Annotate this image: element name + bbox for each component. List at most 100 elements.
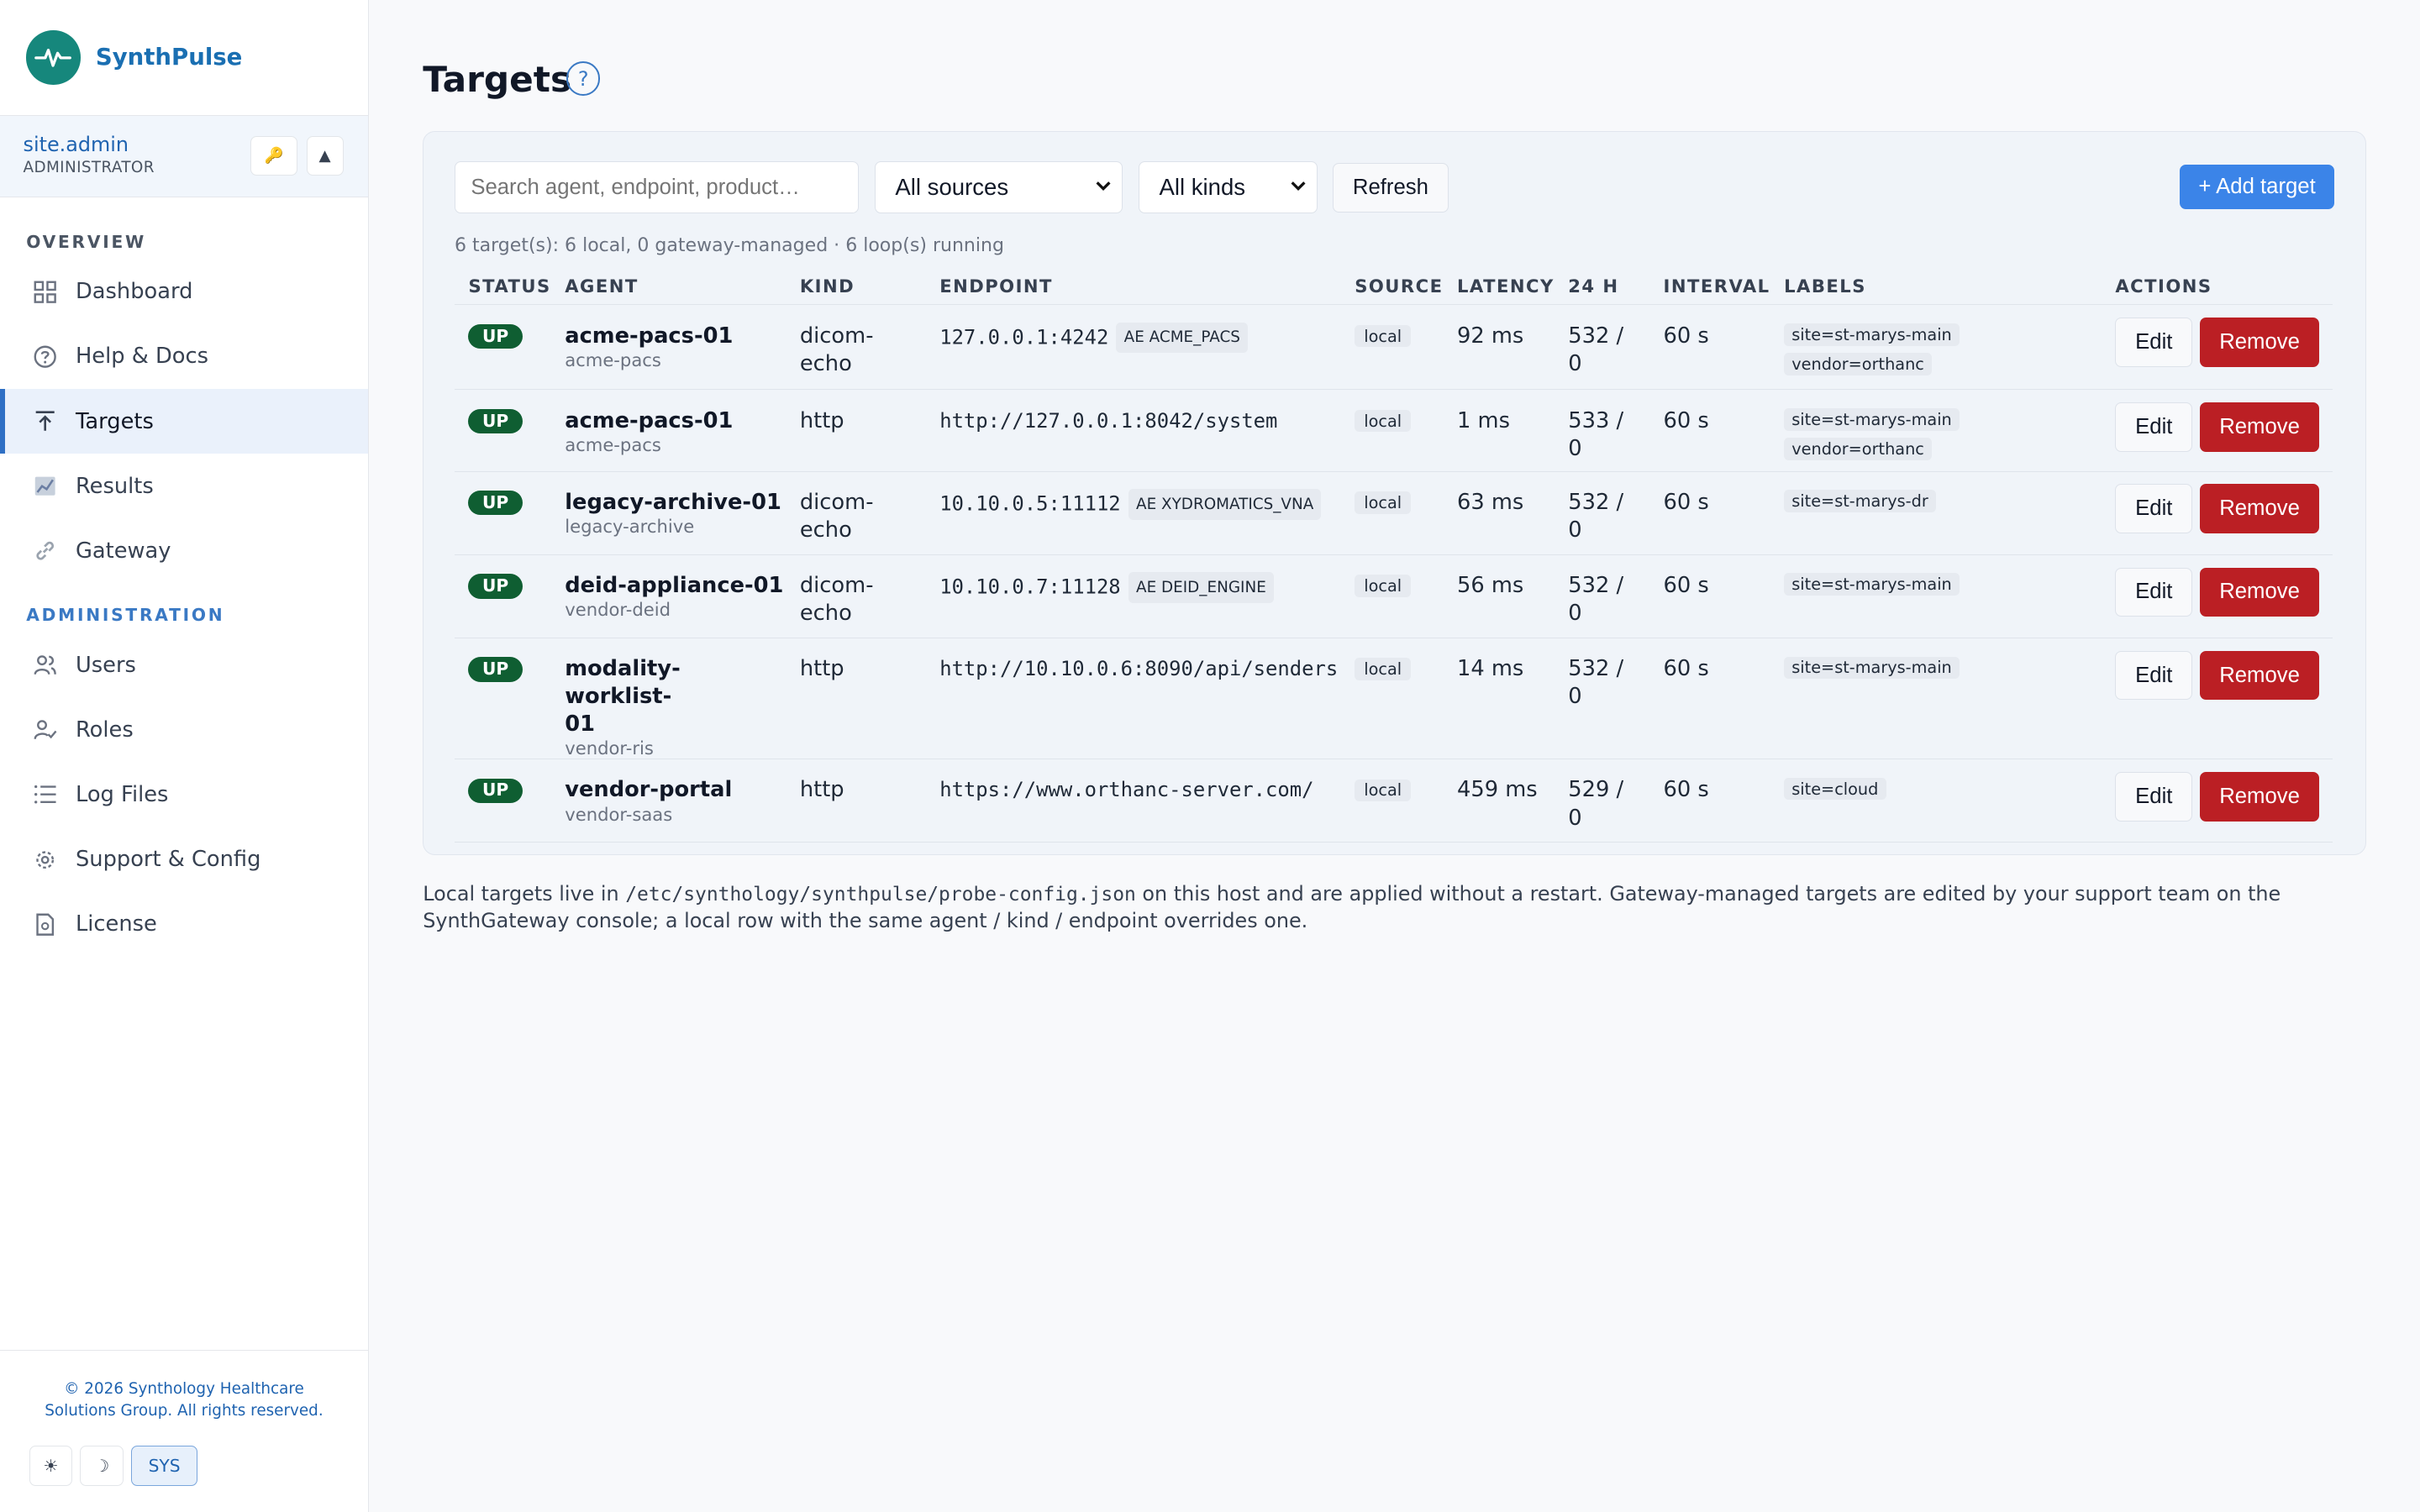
users-icon <box>31 651 59 679</box>
col-latency[interactable]: LATENCY <box>1443 267 1555 306</box>
interval: 60 s <box>1649 304 1770 391</box>
sidebar-item-roles[interactable]: Roles <box>0 697 368 762</box>
table-row[interactable]: UP vendor-portal vendor-saas http https:/… <box>454 759 2333 843</box>
help-icon[interactable]: ? <box>566 61 601 96</box>
chart-icon <box>31 472 59 500</box>
sidebar-item-label: Roles <box>75 717 134 743</box>
col-status[interactable]: STATUS <box>454 267 551 306</box>
theme-system-button[interactable]: SYS <box>131 1445 198 1486</box>
h24-fail: 0 <box>1568 517 1582 543</box>
arrow-up-icon <box>31 407 59 435</box>
remove-button[interactable]: Remove <box>2200 567 2319 617</box>
brand[interactable]: SynthPulse <box>0 0 368 116</box>
sidebar-item-label: Log Files <box>75 782 169 808</box>
col-actions: ACTIONS <box>2101 267 2333 306</box>
sidebar-item-label: Gateway <box>75 538 171 564</box>
agent-name: deid-appliance-01 <box>565 573 784 599</box>
edit-button[interactable]: Edit <box>2115 402 2193 452</box>
sidebar-item-label: Dashboard <box>75 279 193 305</box>
endpoint: 10.10.0.7:11128 <box>939 575 1121 599</box>
endpoint: http://10.10.0.6:8090/api/senders <box>939 657 1339 681</box>
col-24h[interactable]: 24 H <box>1554 267 1650 306</box>
latency: 56 ms <box>1443 554 1555 639</box>
h24-fail: 0 <box>1568 805 1582 831</box>
table-row[interactable]: UP acme-pacs-01 acme-pacs dicom-echo 127.… <box>454 304 2333 391</box>
kind: dicom- <box>799 489 874 515</box>
kind-select[interactable]: All kinds <box>1138 161 1318 214</box>
settings-icon <box>31 846 59 874</box>
h24-count: 532 / <box>1568 573 1624 599</box>
remove-button[interactable]: Remove <box>2200 402 2319 452</box>
endpoint: https://www.orthanc-server.com/ <box>939 778 1314 802</box>
remove-button[interactable]: Remove <box>2200 771 2319 822</box>
kind-select-value: All kinds <box>1159 174 1246 201</box>
nav-section-overview: OVERVIEW <box>26 231 147 252</box>
agent-product: vendor-deid <box>565 599 671 621</box>
col-kind[interactable]: KIND <box>786 267 926 306</box>
moon-icon[interactable]: ☽ <box>80 1445 124 1486</box>
sidebar-item-targets[interactable]: Targets <box>0 388 368 454</box>
remove-button[interactable]: Remove <box>2200 484 2319 534</box>
sun-icon[interactable]: ☀ <box>29 1445 73 1486</box>
col-endpoint[interactable]: ENDPOINT <box>925 267 1341 306</box>
label-tag: vendor=orthanc <box>1784 438 1933 460</box>
col-interval[interactable]: INTERVAL <box>1649 267 1770 306</box>
key-icon[interactable]: 🔑 <box>250 135 297 176</box>
source-select-value: All sources <box>895 174 1009 201</box>
table-row[interactable]: UP legacy-archive-01 legacy-archive dicom… <box>454 471 2333 555</box>
kind-cont: echo <box>799 517 852 543</box>
remove-button[interactable]: Remove <box>2200 318 2319 367</box>
h24-fail: 0 <box>1568 684 1582 710</box>
ae-title-tag: AE XYDROMATICS_VNA <box>1128 488 1322 520</box>
h24-count: 532 / <box>1568 489 1624 515</box>
edit-button[interactable]: Edit <box>2115 771 2193 822</box>
sidebar-item-users[interactable]: Users <box>0 633 368 697</box>
agent-product: acme-pacs <box>565 433 661 455</box>
targets-summary: 6 target(s): 6 local, 0 gateway-managed … <box>454 235 1004 257</box>
agent-product: acme-pacs <box>565 349 661 370</box>
edit-button[interactable]: Edit <box>2115 484 2193 534</box>
edit-button[interactable]: Edit <box>2115 567 2193 617</box>
agent-name: acme-pacs-01 <box>565 407 734 433</box>
footnote: Local targets live in /etc/synthology/sy… <box>423 881 2367 934</box>
h24-fail: 0 <box>1568 601 1582 627</box>
h24-fail: 0 <box>1568 435 1582 461</box>
sidebar-item-help-docs[interactable]: Help & Docs <box>0 324 368 389</box>
source-select[interactable]: All sources <box>874 161 1123 214</box>
latency: 92 ms <box>1443 304 1555 391</box>
status-badge: UP <box>468 778 523 804</box>
edit-button[interactable]: Edit <box>2115 318 2193 367</box>
col-source[interactable]: SOURCE <box>1340 267 1444 306</box>
toolbar: All sources All kinds Refresh + Add targ… <box>454 161 2334 214</box>
label-tag: vendor=orthanc <box>1784 353 1933 375</box>
table-row[interactable]: UP acme-pacs-01 acme-pacs http http://127… <box>454 389 2333 472</box>
search-input[interactable] <box>454 161 860 214</box>
status-badge: UP <box>468 491 523 516</box>
sidebar-item-label: License <box>75 911 157 937</box>
table-row[interactable]: UP modality-worklist- 01 vendor-ris http h… <box>454 638 2333 760</box>
interval: 60 s <box>1649 759 1770 843</box>
collapse-up-icon[interactable]: ▲ <box>306 135 344 176</box>
remove-button[interactable]: Remove <box>2200 650 2319 701</box>
sidebar-item-log-files[interactable]: Log Files <box>0 763 368 827</box>
sidebar-item-license[interactable]: License <box>0 892 368 957</box>
user-name[interactable]: site.admin <box>24 134 155 157</box>
sidebar-item-support-config[interactable]: Support & Config <box>0 827 368 892</box>
sidebar-item-dashboard[interactable]: Dashboard <box>0 260 368 324</box>
edit-button[interactable]: Edit <box>2115 650 2193 701</box>
latency: 1 ms <box>1443 389 1555 472</box>
h24-count: 532 / <box>1568 656 1624 682</box>
latency: 63 ms <box>1443 471 1555 555</box>
sidebar-item-gateway[interactable]: Gateway <box>0 518 368 583</box>
kind-cont: echo <box>799 601 852 627</box>
sidebar-item-label: Results <box>75 473 154 499</box>
table-row[interactable]: UP deid-appliance-01 vendor-deid dicom-ec… <box>454 554 2333 639</box>
sidebar-item-results[interactable]: Results <box>0 454 368 518</box>
refresh-button[interactable]: Refresh <box>1333 162 1449 213</box>
user-box: site.admin ADMINISTRATOR 🔑 ▲ <box>0 115 368 198</box>
endpoint: 127.0.0.1:4242 <box>939 325 1109 349</box>
col-agent[interactable]: AGENT <box>550 267 786 306</box>
add-target-button[interactable]: + Add target <box>2180 164 2334 209</box>
label-tag: site=st-marys-main <box>1784 407 1960 431</box>
grid-icon <box>31 278 59 306</box>
